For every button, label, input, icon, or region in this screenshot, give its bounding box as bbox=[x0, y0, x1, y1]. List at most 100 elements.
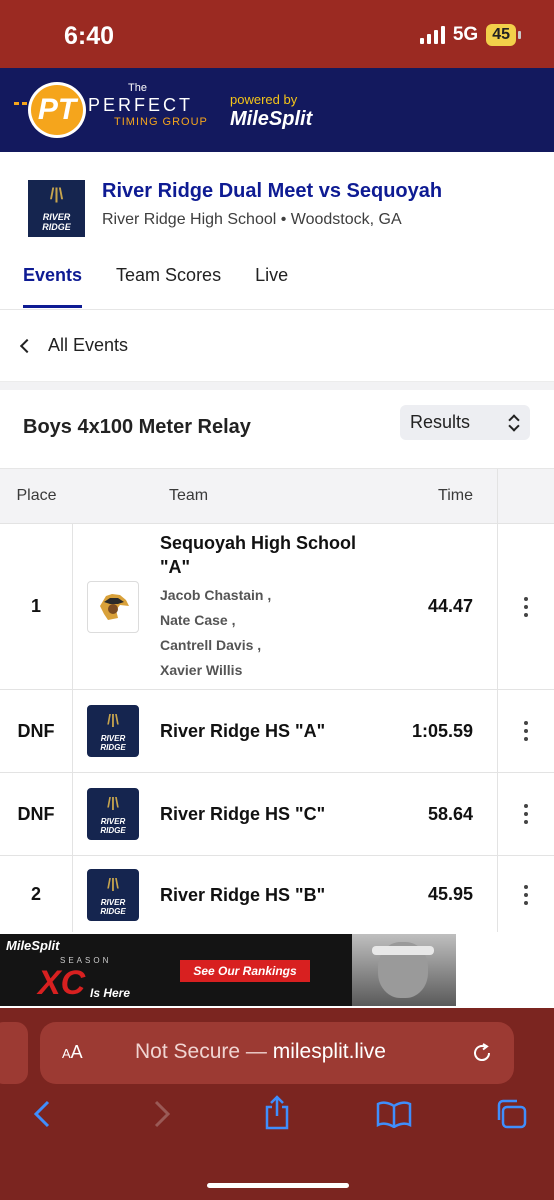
sponsor-banner[interactable]: PT The PERFECT TIMING GROUP powered by M… bbox=[0, 68, 554, 152]
browser-nav bbox=[0, 1095, 554, 1160]
river-ridge-logo: /|\ RIVER RIDGE bbox=[87, 788, 139, 840]
athlete-name[interactable]: Nate Case , bbox=[160, 608, 387, 633]
bookmarks-icon[interactable] bbox=[376, 1100, 412, 1128]
meet-header: /|\ RIVER RIDGE River Ridge Dual Meet vs… bbox=[0, 152, 554, 310]
athlete-name[interactable]: Xavier Willis bbox=[160, 658, 387, 683]
ad-is-here: Is Here bbox=[90, 986, 131, 1000]
pt-logo: PT bbox=[28, 82, 86, 138]
row-team: Sequoyah High School "A" Jacob Chastain … bbox=[73, 524, 387, 689]
row-place: 2 bbox=[0, 856, 73, 933]
more-button[interactable] bbox=[497, 773, 554, 855]
tabs-icon[interactable] bbox=[494, 1098, 528, 1130]
team-name[interactable]: Sequoyah High School "A" bbox=[160, 531, 387, 579]
more-button[interactable] bbox=[497, 690, 554, 772]
kebab-icon bbox=[524, 596, 528, 617]
table-row[interactable]: 1 Sequoyah High School "A" Jacob Chastai… bbox=[0, 523, 554, 689]
table-row[interactable]: DNF /|\ RIVER RIDGE River Ridge HS "A" 1… bbox=[0, 689, 554, 772]
athlete-name[interactable]: Jacob Chastain , bbox=[160, 583, 387, 608]
logo-text: RIVER RIDGE bbox=[100, 897, 126, 916]
browser-toolbar: AA Not Secure — milesplit.live bbox=[0, 1008, 554, 1200]
ad-cta-button[interactable]: See Our Rankings bbox=[180, 960, 310, 982]
athlete-name[interactable]: Cantrell Davis , bbox=[160, 633, 387, 658]
view-select[interactable]: Results bbox=[400, 405, 530, 440]
header-place: Place bbox=[16, 487, 57, 504]
wings-icon: /|\ bbox=[49, 186, 64, 203]
kebab-icon bbox=[524, 884, 528, 905]
view-select-value: Results bbox=[410, 412, 471, 432]
row-place: DNF bbox=[0, 690, 73, 772]
more-button[interactable] bbox=[497, 856, 554, 933]
status-time: 6:40 bbox=[64, 22, 115, 50]
forward-arrow-icon[interactable] bbox=[150, 1100, 174, 1128]
milesplit-logo: MileSplit bbox=[230, 108, 313, 130]
team-name[interactable]: River Ridge HS "A" bbox=[160, 719, 325, 743]
runner-photo bbox=[352, 934, 456, 1006]
river-ridge-logo: /|\ RIVER RIDGE bbox=[87, 705, 139, 757]
wings-icon: /|\ bbox=[107, 711, 119, 727]
row-place: DNF bbox=[0, 773, 73, 855]
table-row[interactable]: DNF /|\ RIVER RIDGE River Ridge HS "C" 5… bbox=[0, 772, 554, 855]
event-title: Boys 4x100 Meter Relay bbox=[23, 416, 251, 438]
security-label: Not Secure — bbox=[135, 1040, 267, 1063]
ad-xc: XC bbox=[38, 964, 86, 1002]
tab-live[interactable]: Live bbox=[255, 265, 288, 308]
table-row[interactable]: 2 /|\ RIVER RIDGE River Ridge HS "B" 45.… bbox=[0, 855, 554, 933]
event-header: Boys 4x100 Meter Relay Results bbox=[0, 390, 554, 468]
athlete-list: Jacob Chastain , Nate Case , Cantrell Da… bbox=[160, 583, 387, 683]
all-events-label: All Events bbox=[48, 335, 129, 355]
meet-tabs: Events Team Scores Live bbox=[23, 265, 288, 308]
row-time: 58.64 bbox=[427, 803, 473, 824]
more-button[interactable] bbox=[497, 524, 554, 689]
row-team: /|\ RIVER RIDGE River Ridge HS "C" bbox=[73, 773, 387, 855]
signal-icon bbox=[419, 26, 445, 44]
wings-icon: /|\ bbox=[107, 794, 119, 810]
share-icon[interactable] bbox=[262, 1094, 292, 1130]
meet-location: River Ridge High School • Woodstock, GA bbox=[102, 211, 402, 228]
pt-sub: TIMING GROUP bbox=[114, 116, 208, 128]
logo-text: RIVER RIDGE bbox=[42, 212, 71, 232]
team-name[interactable]: River Ridge HS "B" bbox=[160, 883, 325, 907]
page-settings-button[interactable]: AA bbox=[62, 1042, 83, 1063]
header-team: Team bbox=[169, 487, 209, 504]
row-place: 1 bbox=[0, 524, 73, 689]
reload-icon[interactable] bbox=[470, 1041, 494, 1065]
kebab-icon bbox=[524, 721, 528, 741]
battery-icon: 45 bbox=[486, 24, 521, 46]
tab-team-scores[interactable]: Team Scores bbox=[116, 265, 221, 308]
chevron-updown-icon bbox=[507, 413, 521, 433]
indian-head-icon bbox=[100, 593, 129, 620]
previous-tab-preview[interactable] bbox=[0, 1022, 28, 1084]
row-team: /|\ RIVER RIDGE River Ridge HS "A" bbox=[73, 690, 387, 772]
status-bar: 6:40 5G 45 bbox=[0, 0, 554, 68]
row-time: 44.47 bbox=[427, 596, 473, 616]
logo-text: RIVER RIDGE bbox=[100, 817, 126, 835]
sequoyah-logo bbox=[87, 580, 139, 633]
wings-icon: /|\ bbox=[107, 874, 119, 891]
meet-title[interactable]: River Ridge Dual Meet vs Sequoyah bbox=[102, 180, 442, 203]
river-ridge-logo: /|\ RIVER RIDGE bbox=[28, 180, 85, 237]
ad-banner[interactable]: MileSplit SEASON XC Is Here See Our Rank… bbox=[0, 932, 554, 1008]
row-time: 1:05.59 bbox=[411, 720, 473, 741]
powered-by-label: powered by bbox=[230, 92, 298, 107]
address-bar[interactable]: AA Not Secure — milesplit.live bbox=[40, 1022, 514, 1084]
results-table: Place Team Time 1 Sequoyah High School "… bbox=[0, 468, 554, 933]
chevron-left-icon bbox=[19, 338, 35, 353]
river-ridge-logo: /|\ RIVER RIDGE bbox=[87, 868, 139, 921]
divider bbox=[0, 382, 554, 390]
team-name[interactable]: River Ridge HS "C" bbox=[160, 802, 325, 826]
row-team: /|\ RIVER RIDGE River Ridge HS "B" bbox=[73, 856, 387, 933]
all-events-link[interactable]: All Events bbox=[0, 310, 554, 382]
header-time: Time bbox=[438, 487, 473, 504]
kebab-icon bbox=[524, 804, 528, 824]
url-display[interactable]: Not Secure — milesplit.live bbox=[135, 1040, 386, 1064]
pt-the: The bbox=[128, 82, 147, 94]
tab-events[interactable]: Events bbox=[23, 265, 83, 308]
ad-creative[interactable]: MileSplit SEASON XC Is Here See Our Rank… bbox=[0, 934, 456, 1006]
row-time: 45.95 bbox=[427, 884, 473, 904]
logo-text: RIVER RIDGE bbox=[100, 734, 126, 752]
back-arrow-icon[interactable] bbox=[30, 1100, 54, 1128]
network-label: 5G bbox=[452, 24, 479, 45]
home-indicator bbox=[207, 1183, 349, 1188]
table-header: Place Team Time bbox=[0, 468, 554, 524]
ad-brand: MileSplit bbox=[6, 938, 60, 953]
